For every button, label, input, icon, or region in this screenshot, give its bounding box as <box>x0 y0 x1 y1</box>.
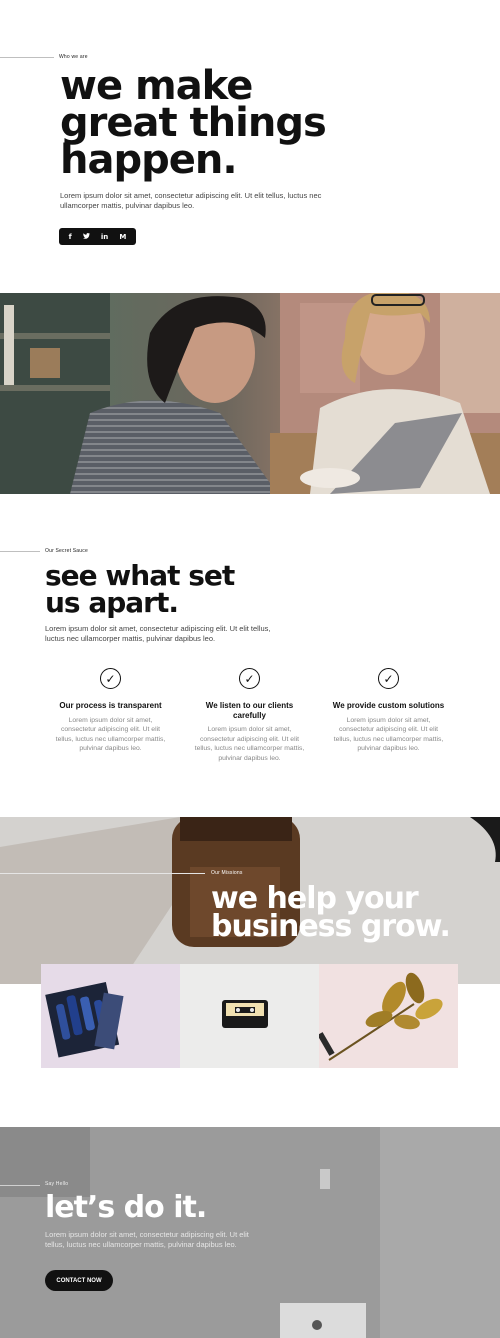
sauce-title: see what set us apart. <box>45 559 305 619</box>
mission-title-line: business grow. <box>211 909 451 944</box>
feature-description: Lorem ipsum dolor sit amet, consectetur … <box>333 716 444 753</box>
feature-description: Lorem ipsum dolor sit amet, consectetur … <box>55 716 166 753</box>
hero-eyebrow-line <box>0 57 54 58</box>
checkmark-icon: ✓ <box>378 668 399 689</box>
linkedin-icon[interactable]: in <box>101 233 108 241</box>
feature-title: We provide custom solutions <box>332 701 445 710</box>
sauce-eyebrow: Our Secret Sauce <box>45 548 88 554</box>
contact-title: let’s do it. <box>45 1190 207 1225</box>
sauce-title-line: us apart. <box>45 586 179 619</box>
sauce-title-line: see what set <box>45 559 235 592</box>
facebook-icon[interactable]: f <box>69 233 72 241</box>
hero-title-line: happen. <box>60 137 238 183</box>
team-photo <box>0 293 500 494</box>
feature-title: Our process is transparent <box>59 701 162 710</box>
contact-eyebrow: Say Hello <box>45 1181 69 1187</box>
mission-eyebrow: Our Missions <box>211 870 243 876</box>
contact-description: Lorem ipsum dolor sit amet, consectetur … <box>45 1230 249 1249</box>
feature-card: ✓ We listen to our clients carefully Lor… <box>192 668 307 763</box>
feature-card: ✓ Our process is transparent Lorem ipsum… <box>53 668 168 754</box>
product-tile-plant <box>319 964 458 1068</box>
mission-eyebrow-line <box>0 873 205 874</box>
checkmark-icon: ✓ <box>100 668 121 689</box>
contact-eyebrow-line <box>0 1185 40 1186</box>
sauce-description: Lorem ipsum dolor sit amet, consectetur … <box>45 624 271 643</box>
twitter-icon[interactable] <box>82 232 90 241</box>
mission-title: we help your business grow. <box>211 884 491 944</box>
hero-eyebrow: Who we are <box>59 54 88 60</box>
sauce-eyebrow-line <box>0 551 40 552</box>
feature-description: Lorem ipsum dolor sit amet, consectetur … <box>194 726 305 762</box>
feature-card: ✓ We provide custom solutions Lorem ipsu… <box>331 668 446 754</box>
social-links: f in M <box>59 228 136 245</box>
medium-icon[interactable]: M <box>119 233 126 241</box>
contact-now-button[interactable]: CONTACT NOW <box>45 1270 113 1291</box>
hero-description: Lorem ipsum dolor sit amet, consectetur … <box>60 191 322 210</box>
checkmark-icon: ✓ <box>239 668 260 689</box>
feature-title: We listen to our clients carefully <box>205 701 294 720</box>
product-tile-cosmetics <box>41 964 180 1068</box>
hero-title: we make great things happen. <box>60 66 390 183</box>
product-tile-cassette <box>180 964 319 1068</box>
